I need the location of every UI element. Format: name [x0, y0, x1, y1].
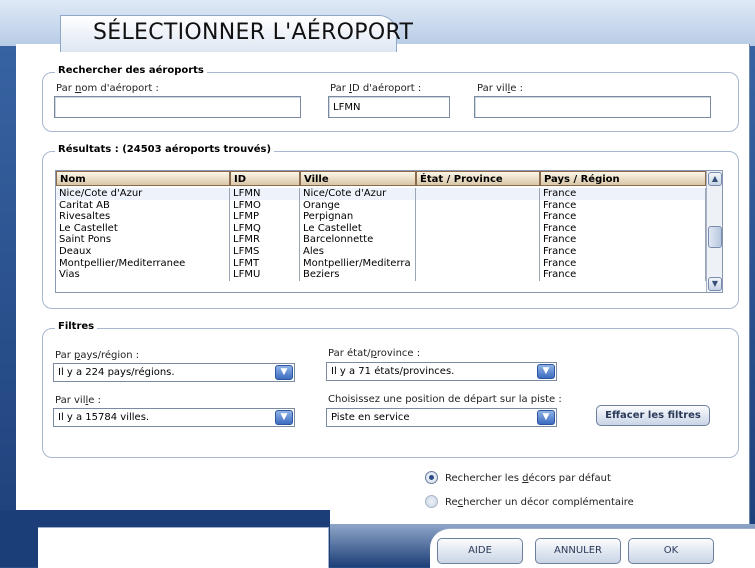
runway-position-label: Choisissez une position de départ sur la… [328, 394, 562, 405]
table-cell [416, 199, 540, 212]
cancel-button[interactable]: ANNULER [535, 538, 621, 564]
table-cell [416, 245, 540, 258]
table-cell: Vias [56, 269, 230, 281]
ok-button[interactable]: OK [628, 538, 714, 564]
status-area [38, 527, 329, 568]
filters-group-title: Filtres [55, 321, 98, 332]
table-cell: Deaux [56, 245, 230, 258]
column-header-country[interactable]: Pays / Région [540, 171, 706, 186]
help-button[interactable]: AIDE [437, 538, 523, 564]
scroll-thumb[interactable] [708, 226, 722, 248]
table-cell: France [540, 257, 706, 270]
table-row[interactable]: Montpellier/Mediterranee LFMT Montpellier/… [56, 257, 706, 270]
chevron-down-icon[interactable]: ▼ [537, 410, 555, 425]
table-cell: France [540, 211, 706, 223]
table-cell: France [540, 199, 706, 212]
table-cell: Saint Pons [56, 234, 230, 246]
scroll-down-icon[interactable]: ▼ [708, 277, 722, 291]
dialog-window: SÉLECTIONNER L'AÉROPORT Rechercher des a… [0, 0, 755, 568]
city-search-label: Par ville : [477, 83, 523, 94]
chevron-down-icon[interactable]: ▼ [537, 364, 555, 379]
table-cell: Le Castellet [300, 222, 416, 235]
table-cell: LFMU [230, 269, 300, 281]
column-header-name[interactable]: Nom [56, 171, 230, 186]
id-search-input[interactable]: LFMN [328, 96, 450, 118]
table-cell [416, 222, 540, 235]
results-scrollbar[interactable]: ▲ ▼ [706, 171, 722, 292]
addon-scenery-radio[interactable] [425, 495, 438, 508]
table-row[interactable]: Deaux LFMS Ales France [56, 245, 706, 258]
table-cell: Nice/Cote d'Azur [300, 188, 416, 200]
scroll-up-icon[interactable]: ▲ [708, 172, 722, 186]
table-row[interactable]: Saint Pons LFMR Barcelonnette France [56, 234, 706, 246]
table-cell: LFMR [230, 234, 300, 246]
table-cell: LFMS [230, 245, 300, 258]
airport-results-list[interactable]: Nom ID Ville État / Province Pays / Régi… [55, 170, 723, 293]
results-body: Nice/Cote d'Azur LFMN Nice/Cote d'Azur Fran… [56, 188, 706, 281]
table-cell: Beziers [300, 269, 416, 281]
dialog-title: SÉLECTIONNER L'AÉROPORT [93, 20, 414, 45]
table-cell: Le Castellet [56, 222, 230, 235]
table-cell: LFMO [230, 199, 300, 212]
column-header-state[interactable]: État / Province [416, 171, 540, 186]
table-cell: LFMN [230, 188, 300, 200]
table-cell: LFMP [230, 211, 300, 223]
table-cell [416, 257, 540, 270]
table-cell: France [540, 269, 706, 281]
table-cell: France [540, 245, 706, 258]
table-cell: Ales [300, 245, 416, 258]
table-row[interactable]: Nice/Cote d'Azur LFMN Nice/Cote d'Azur Fran… [56, 188, 706, 200]
default-scenery-radio[interactable] [425, 471, 438, 484]
table-cell: Barcelonnette [300, 234, 416, 246]
id-search-label: Par ID d'aéroport : [330, 83, 422, 94]
table-cell [416, 188, 540, 200]
table-cell [416, 234, 540, 246]
city-search-input[interactable] [474, 96, 711, 118]
table-row[interactable]: Le Castellet LFMQ Le Castellet France [56, 222, 706, 235]
table-cell [416, 211, 540, 223]
table-cell: France [540, 222, 706, 235]
table-row[interactable]: Rivesaltes LFMP Perpignan France [56, 211, 706, 223]
table-cell: LFMT [230, 257, 300, 270]
table-cell: Caritat AB [56, 199, 230, 212]
table-cell: France [540, 234, 706, 246]
table-row[interactable]: Caritat AB LFMO Orange France [56, 199, 706, 212]
table-cell: Nice/Cote d'Azur [56, 188, 230, 200]
addon-scenery-label[interactable]: Rechercher un décor complémentaire [445, 497, 634, 508]
results-header: Nom ID Ville État / Province Pays / Régi… [56, 171, 706, 187]
country-filter-select[interactable]: Il y a 224 pays/régions. ▼ [53, 363, 295, 382]
default-scenery-label[interactable]: Rechercher les décors par défaut [445, 473, 611, 484]
table-row[interactable]: Vias LFMU Beziers France [56, 269, 706, 281]
table-cell: Rivesaltes [56, 211, 230, 223]
table-cell: Montpellier/Mediterranee [56, 257, 230, 270]
table-cell: LFMQ [230, 222, 300, 235]
results-group-title: Résultats : (24503 aéroports trouvés) [55, 144, 275, 155]
chevron-down-icon[interactable]: ▼ [275, 365, 293, 380]
chevron-down-icon[interactable]: ▼ [275, 410, 293, 425]
country-filter-label: Par pays/région : [55, 350, 140, 361]
table-cell: Perpignan [300, 211, 416, 223]
city-filter-select[interactable]: Il y a 15784 villes. ▼ [53, 408, 295, 427]
name-search-label: Par nom d'aéroport : [56, 83, 159, 94]
state-filter-select[interactable]: Il y a 71 états/provinces. ▼ [326, 362, 557, 381]
table-cell: France [540, 188, 706, 200]
state-filter-label: Par état/province : [328, 348, 421, 359]
column-header-id[interactable]: ID [230, 171, 300, 186]
clear-filters-button[interactable]: Effacer les filtres [596, 405, 710, 426]
column-header-city[interactable]: Ville [300, 171, 416, 186]
table-cell: Montpellier/Mediterra [300, 257, 416, 270]
runway-position-select[interactable]: Piste en service ▼ [326, 408, 557, 427]
table-cell [416, 269, 540, 281]
name-search-input[interactable] [54, 96, 301, 118]
search-group-title: Rechercher des aéroports [55, 65, 207, 76]
city-filter-label: Par ville : [55, 395, 101, 406]
table-cell: Orange [300, 199, 416, 212]
